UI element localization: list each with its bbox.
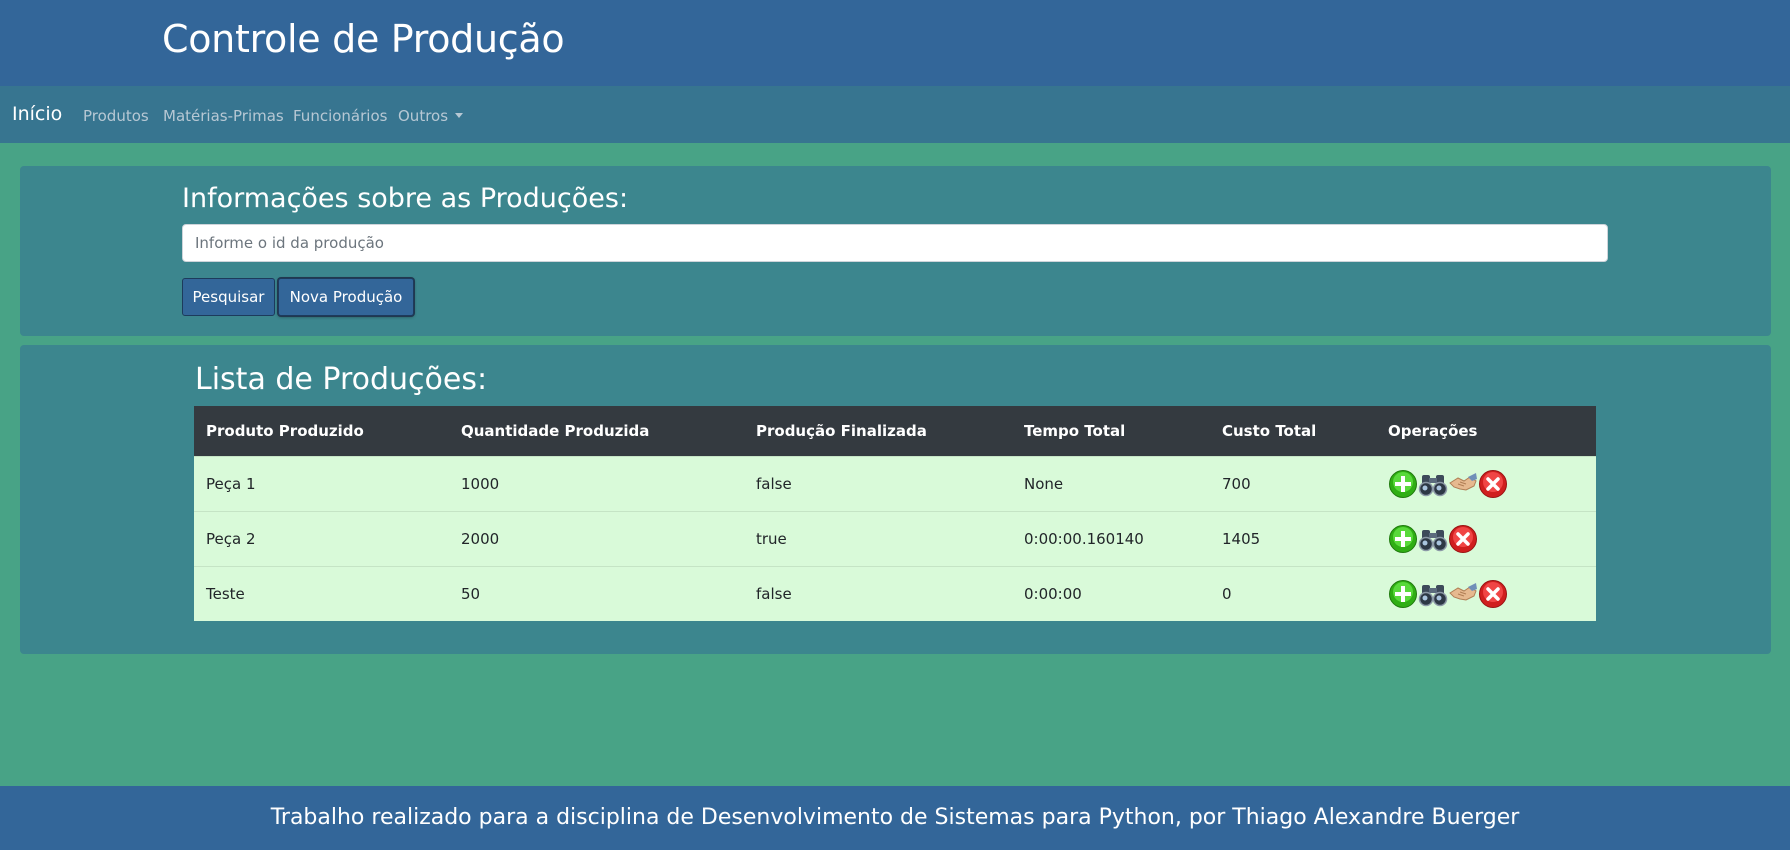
cell-produto: Teste [206,584,245,603]
column-header: Produto Produzido [206,421,364,440]
nav-dropdown-outros[interactable]: Outros [398,107,464,125]
cell-operacoes [1376,566,1596,621]
cell-finalizada: true [756,529,787,548]
cell-produto: Peça 2 [206,529,256,548]
search-panel: Informações sobre as Produções: Pesquisa… [20,166,1771,336]
column-header: Quantidade Produzida [461,421,650,440]
binoculars-icon[interactable] [1418,469,1448,499]
search-button[interactable]: Pesquisar [182,278,275,316]
search-heading: Informações sobre as Produções: [182,183,629,214]
cell-finalizada: false [756,474,792,493]
cell-custo: 1405 [1222,529,1261,548]
nav-link-produtos[interactable]: Produtos [83,107,149,125]
delete-icon[interactable] [1478,469,1508,499]
table-row: Peça 2 2000 true 0:00:00.160140 1405 [194,511,1596,566]
cell-custo: 0 [1222,584,1232,603]
table-header: Produto Produzido Quantidade Produzida P… [194,406,1596,456]
cell-operacoes [1376,456,1596,511]
binoculars-icon[interactable] [1418,579,1448,609]
table-row: Peça 1 1000 false None 700 [194,456,1596,511]
table-header-row: Produto Produzido Quantidade Produzida P… [194,406,1596,456]
column-header: Tempo Total [1024,421,1126,440]
table-body: Peça 1 1000 false None 700 Peça 2 2000 true 0:00… [194,456,1596,621]
cell-tempo: 0:00:00 [1024,584,1082,603]
cell-quantidade: 1000 [461,474,500,493]
navbar: Início Produtos Matérias-Primas Funcioná… [0,86,1790,143]
table-row: Teste 50 false 0:00:00 0 [194,566,1596,621]
productions-table: Produto Produzido Quantidade Produzida P… [194,406,1596,621]
cell-operacoes [1376,511,1596,566]
page-title: Controle de Produção [162,17,565,61]
column-header: Custo Total [1222,421,1317,440]
cell-quantidade: 50 [461,584,481,603]
binoculars-icon[interactable] [1418,524,1448,554]
cell-finalizada: false [756,584,792,603]
list-heading: Lista de Produções: [195,362,488,397]
add-icon[interactable] [1388,469,1418,499]
handshake-icon[interactable] [1448,579,1478,609]
delete-icon[interactable] [1448,524,1478,554]
nav-link-materias-primas[interactable]: Matérias-Primas [163,107,284,125]
handshake-icon[interactable] [1448,469,1478,499]
cell-tempo: 0:00:00.160140 [1024,529,1144,548]
cell-quantidade: 2000 [461,529,500,548]
column-header: Produção Finalizada [756,421,927,440]
production-id-input[interactable] [182,224,1608,262]
caret-down-icon [455,113,464,118]
footer-text: Trabalho realizado para a disciplina de … [270,805,1520,830]
list-panel: Lista de Produções: Produto Produzido Qu… [20,345,1771,654]
cell-custo: 700 [1222,474,1251,493]
page-header: Controle de Produção [0,0,1790,86]
nav-dropdown-outros-label: Outros [398,107,449,125]
operations-group [1388,524,1584,554]
nav-link-funcionarios[interactable]: Funcionários [293,107,387,125]
nav-brand-inicio[interactable]: Início [12,103,62,125]
delete-icon[interactable] [1478,579,1508,609]
column-header: Operações [1388,421,1478,440]
operations-group [1388,579,1584,609]
page-footer: Trabalho realizado para a disciplina de … [0,786,1790,850]
add-icon[interactable] [1388,579,1418,609]
new-production-button[interactable]: Nova Produção [278,278,414,316]
cell-produto: Peça 1 [206,474,256,493]
operations-group [1388,469,1584,499]
add-icon[interactable] [1388,524,1418,554]
cell-tempo: None [1024,474,1064,493]
